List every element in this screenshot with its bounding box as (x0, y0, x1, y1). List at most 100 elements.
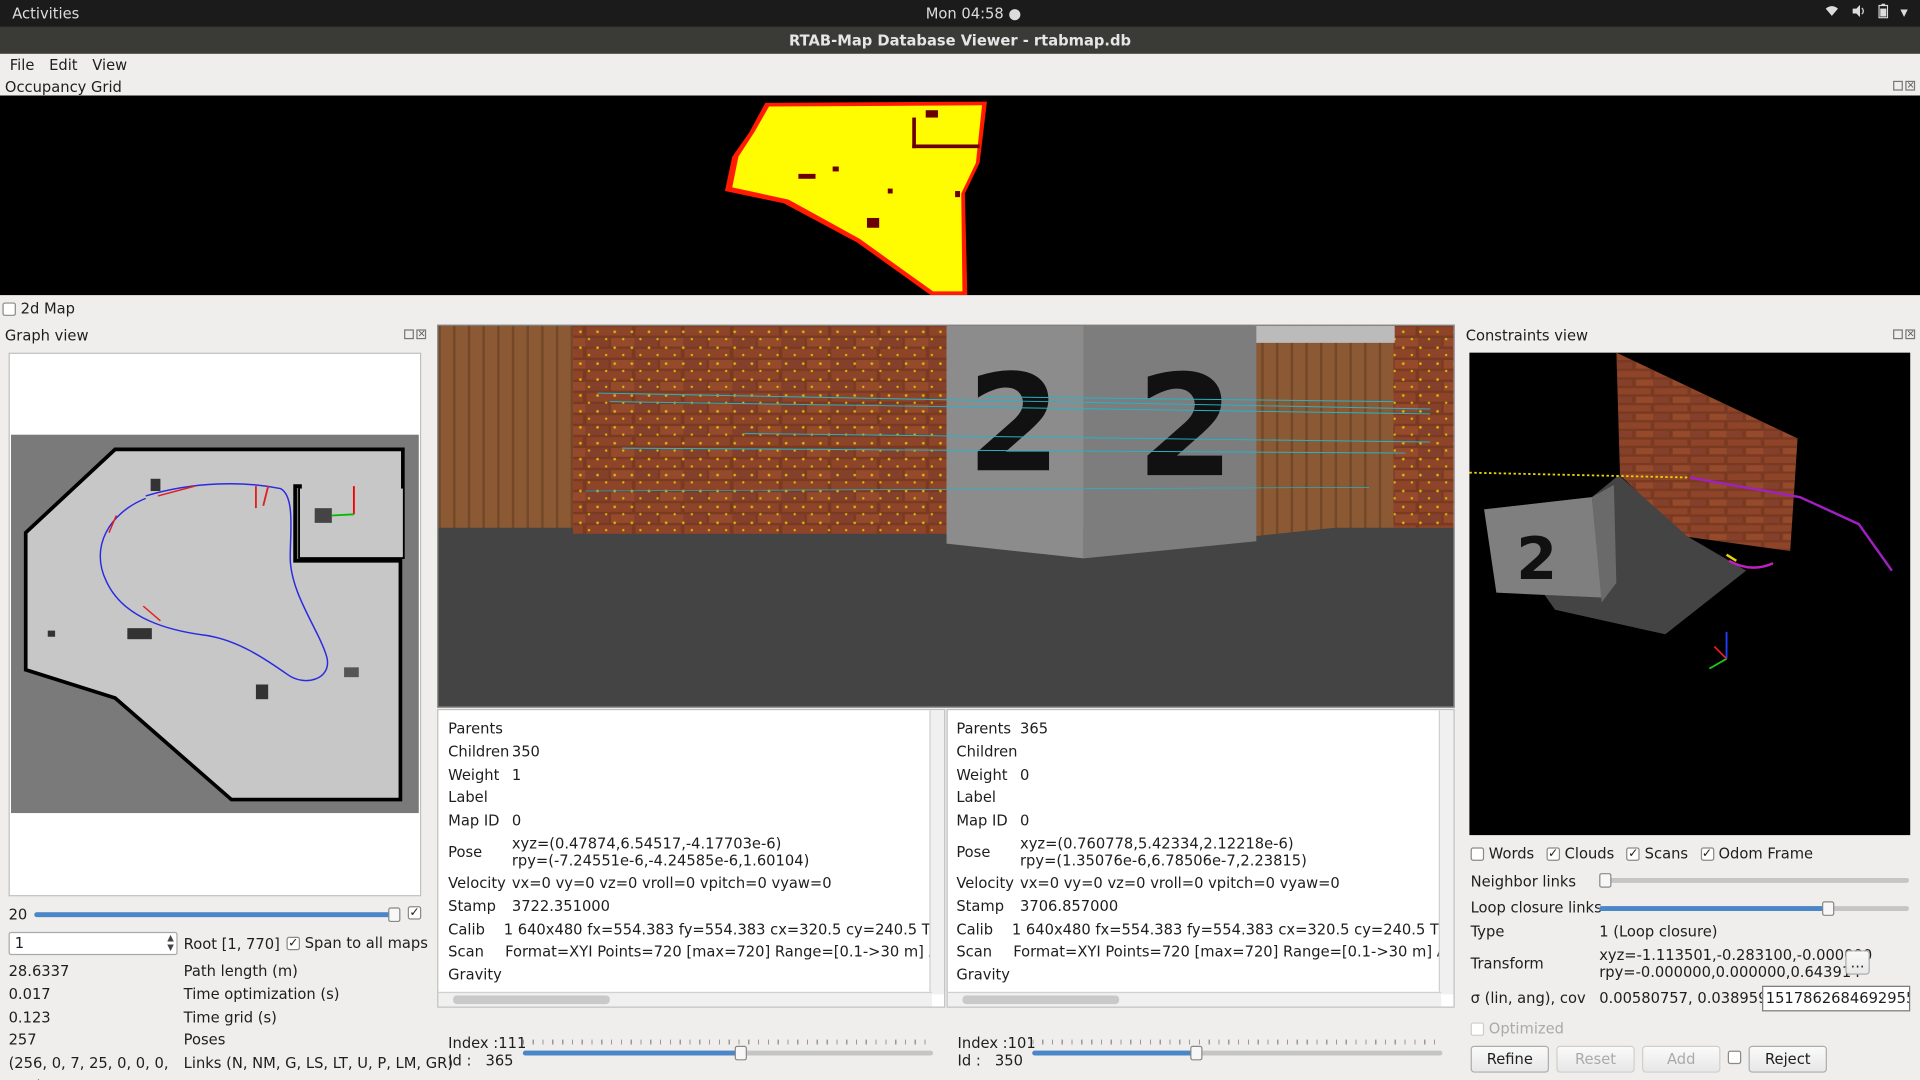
optimized-toggle[interactable]: Optimized (1470, 1020, 1564, 1037)
pose-rpy: rpy=(-7.24551e-6,-4.24585e-6,1.60104) (511, 852, 810, 870)
index-row: Index :101 (958, 1035, 1036, 1052)
graph-iteration-slider[interactable] (34, 907, 401, 923)
occupancy-grid-map (724, 101, 987, 296)
occupancy-grid-view[interactable] (0, 95, 1920, 296)
menu-edit[interactable]: Edit (49, 54, 77, 76)
info-key: Stamp (448, 897, 496, 915)
odom-frame-toggle[interactable]: ✓ Odom Frame (1700, 845, 1813, 862)
id-value: 350 (994, 1051, 1023, 1069)
stat-label: Time optimization (s) (183, 985, 340, 1003)
refine-button[interactable]: Refine (1470, 1045, 1549, 1073)
info-key: Stamp (956, 897, 1005, 915)
optimized-checkbox[interactable] (1470, 1022, 1485, 1036)
info-row: Children 350 (448, 741, 932, 764)
float-icon[interactable] (1893, 329, 1903, 340)
graph-slider-checkbox[interactable]: ✓ (407, 906, 422, 920)
info-key: Children (448, 743, 510, 761)
sigma-label: σ (lin, ang), cov (1470, 989, 1586, 1007)
sigma-value: 0.00580757, 0.0389598 (1599, 989, 1777, 1007)
vertical-scrollbar[interactable] (1438, 710, 1454, 995)
neighbor-links-slider[interactable] (1599, 873, 1909, 888)
float-icon[interactable] (1893, 80, 1903, 91)
span-checkbox[interactable]: ✓ (286, 936, 301, 951)
slider-ticks (1032, 1039, 1443, 1045)
image-match-view[interactable]: 2 2 (437, 324, 1455, 708)
info-row: Scan Format=XYI Points=720 [max=720] Rang… (956, 941, 1440, 964)
close-icon[interactable]: × (1905, 80, 1916, 91)
clouds-checkbox[interactable]: ✓ (1546, 847, 1560, 861)
node-b-info: Parents 365 Children Weight 0 Label Map ID… (956, 718, 1440, 1007)
stat-value: (256, 0, 7, 25, 0, 0, 0, 0, 0) (8, 1054, 169, 1080)
info-row: Map ID 0 (956, 810, 1440, 833)
close-icon[interactable]: × (416, 329, 427, 340)
slider-fill (1032, 1050, 1197, 1056)
slider-ticks (522, 1039, 934, 1045)
activities-button[interactable]: Activities (12, 5, 79, 22)
transform-more-button[interactable]: ... (1845, 950, 1870, 975)
info-key: Velocity (956, 874, 1014, 892)
type-value: 1 (Loop closure) (1599, 923, 1718, 941)
close-icon[interactable]: × (1905, 329, 1916, 340)
info-row: Parents 365 (956, 718, 1440, 741)
stat-row: (256, 0, 7, 25, 0, 0, 0, 0, 0) Links (N, … (9, 1052, 454, 1080)
info-key: Label (956, 789, 996, 807)
occupancy-grid-title: Occupancy Grid (4, 78, 122, 96)
span-to-all-maps-toggle[interactable]: ✓ Span to all maps (286, 934, 428, 951)
constraints-3d-view[interactable]: 2 (1469, 352, 1911, 836)
covariance-input[interactable]: 151786268469​2955] (1762, 985, 1911, 1012)
info-key: Weight (448, 766, 500, 784)
float-icon[interactable] (404, 329, 414, 340)
words-checkbox[interactable] (1470, 847, 1485, 861)
node-b-info-panel[interactable]: Parents 365 Children Weight 0 Label Map ID… (946, 708, 1455, 1008)
graph-slider-value: 20 (8, 906, 28, 924)
covariance-input-text: 151786268469​2955] (1765, 989, 1911, 1007)
horizontal-scrollbar[interactable] (947, 991, 1442, 1007)
scrollbar-thumb[interactable] (453, 995, 610, 1005)
node-a-info-panel[interactable]: Parents Children 350 Weight 1 Label Map ID… (437, 708, 946, 1008)
reject-checkbox[interactable] (1727, 1050, 1742, 1065)
slider-handle[interactable] (1190, 1045, 1203, 1061)
menu-view[interactable]: View (92, 54, 127, 76)
scrollbar-thumb[interactable] (962, 995, 1120, 1005)
info-value: xyz=(0.760778,5.42334,2.12218e-6) rpy=(1.… (1020, 835, 1307, 869)
system-tray[interactable]: ▾ (1824, 3, 1908, 22)
slider-handle[interactable] (388, 907, 401, 923)
occupancy-dock-buttons: × (1893, 80, 1916, 91)
loop-closure-links-slider[interactable] (1599, 901, 1909, 916)
stat-row: 0.017 Time optimization (s) (9, 983, 454, 1006)
spin-arrows-icon[interactable]: ▲ ▼ (167, 933, 174, 953)
clock[interactable]: Mon 04:58 ● (926, 5, 1021, 22)
vertical-scrollbar[interactable] (929, 710, 945, 995)
slider-fill (522, 1050, 741, 1056)
info-value: 1 (511, 766, 522, 784)
info-key: Velocity (448, 874, 506, 892)
info-key: Map ID (956, 812, 1008, 830)
stat-value: 257 (8, 1031, 37, 1049)
scans-toggle[interactable]: ✓ Scans (1626, 845, 1688, 862)
clouds-toggle[interactable]: ✓ Clouds (1546, 845, 1614, 862)
constraints-dock-buttons: × (1893, 329, 1916, 340)
id-row: Id : 365 (448, 1052, 526, 1069)
root-spinbox[interactable]: 1 ▲ ▼ (8, 931, 178, 956)
menu-file[interactable]: File (10, 54, 35, 76)
clouds-label: Clouds (1564, 844, 1615, 863)
node-a-slider[interactable] (522, 1039, 934, 1061)
reject-button[interactable]: Reject (1748, 1045, 1827, 1073)
add-button[interactable]: Add (1642, 1045, 1721, 1073)
slider-handle[interactable] (1822, 901, 1835, 916)
2d-map-toggle[interactable]: 2d Map (2, 300, 75, 317)
odom-frame-checkbox[interactable]: ✓ (1700, 847, 1714, 861)
words-toggle[interactable]: Words (1470, 845, 1534, 862)
node-b-slider[interactable] (1032, 1039, 1443, 1061)
slider-handle[interactable] (1599, 873, 1612, 888)
window-title-bar: RTAB-Map Database Viewer - rtabmap.db (0, 26, 1920, 54)
slider-handle[interactable] (734, 1045, 747, 1061)
2d-map-checkbox[interactable] (2, 302, 16, 316)
graph-map[interactable] (11, 434, 419, 814)
stat-row: 28.6337 Path length (m) (9, 960, 454, 983)
info-row: Weight 1 (448, 764, 932, 787)
horizontal-scrollbar[interactable] (438, 991, 932, 1007)
neighbor-links-label: Neighbor links (1470, 873, 1577, 891)
scans-checkbox[interactable]: ✓ (1626, 847, 1640, 861)
reset-button[interactable]: Reset (1556, 1045, 1635, 1073)
